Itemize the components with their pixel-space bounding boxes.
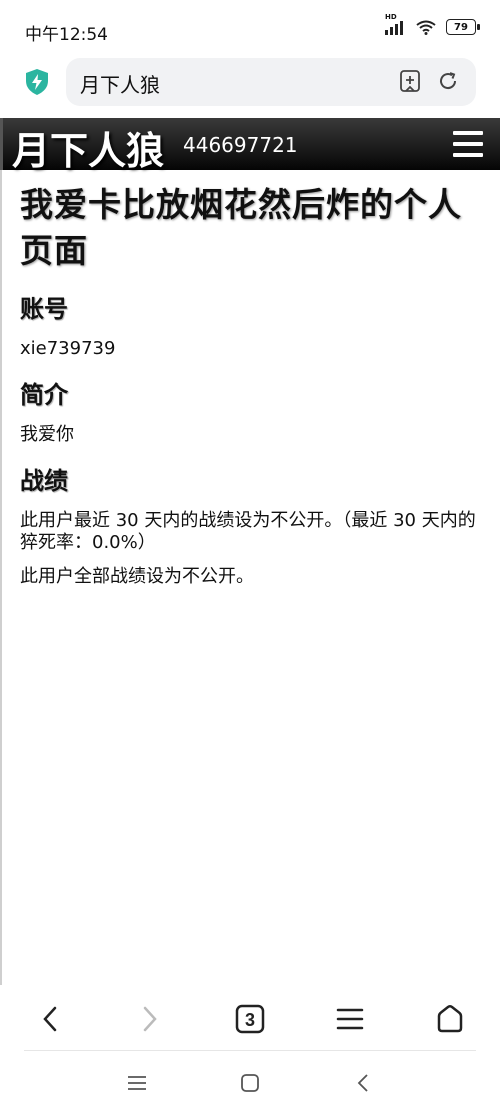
status-icons: HD 79 xyxy=(384,13,480,35)
site-logo[interactable]: 月下人狼 xyxy=(12,120,164,175)
status-bar: 中午12:54 HD 79 xyxy=(0,0,500,58)
bio-value: 我爱你 xyxy=(20,424,74,445)
back-arrow-icon[interactable] xyxy=(30,999,70,1039)
refresh-icon[interactable] xyxy=(436,69,460,93)
battery-level: 79 xyxy=(454,21,468,33)
account-value: xie739739 xyxy=(20,338,116,359)
section-heading-record: 战绩 xyxy=(20,467,68,495)
menu-icon[interactable] xyxy=(330,999,370,1039)
record-all-text: 此用户全部战绩设为不公开。 xyxy=(20,566,254,587)
system-home-icon[interactable] xyxy=(235,1068,265,1098)
left-border xyxy=(0,170,2,985)
site-header: 月下人狼 446697721 xyxy=(0,118,500,173)
add-bookmark-icon[interactable] xyxy=(398,69,422,93)
profile-content: 我爱卡比放烟花然后炸的个人页面 账号 xie739739 简介 我爱你 战绩 此… xyxy=(20,182,478,588)
forward-arrow-icon[interactable] xyxy=(130,999,170,1039)
battery-indicator: 79 xyxy=(446,19,480,35)
wifi-icon xyxy=(416,20,436,35)
record-recent-text: 此用户最近 30 天内的战绩设为不公开。（最近 30 天内的猝死率：0.0%） xyxy=(20,510,476,553)
site-id: 446697721 xyxy=(183,133,298,157)
hd-label: HD xyxy=(385,13,397,21)
recent-apps-icon[interactable] xyxy=(122,1068,152,1098)
signal-icon: HD xyxy=(384,13,406,35)
system-back-icon[interactable] xyxy=(348,1068,378,1098)
system-nav-bar xyxy=(0,1051,500,1111)
address-bar-row: 月下人狼 xyxy=(0,58,500,114)
address-bar[interactable]: 月下人狼 xyxy=(66,58,476,106)
home-icon[interactable] xyxy=(430,999,470,1039)
url-text[interactable]: 月下人狼 xyxy=(80,69,160,98)
page-title: 我爱卡比放烟花然后炸的个人页面 xyxy=(20,185,462,270)
hamburger-menu-icon[interactable] xyxy=(453,131,483,157)
section-heading-bio: 简介 xyxy=(20,381,68,409)
shield-bolt-icon[interactable] xyxy=(24,68,50,96)
status-time: 中午12:54 xyxy=(25,25,108,45)
browser-bottom-nav: 3 xyxy=(0,985,500,1051)
section-heading-account: 账号 xyxy=(20,295,68,323)
tabs-icon[interactable]: 3 xyxy=(230,999,270,1039)
tab-count: 3 xyxy=(245,1010,255,1030)
